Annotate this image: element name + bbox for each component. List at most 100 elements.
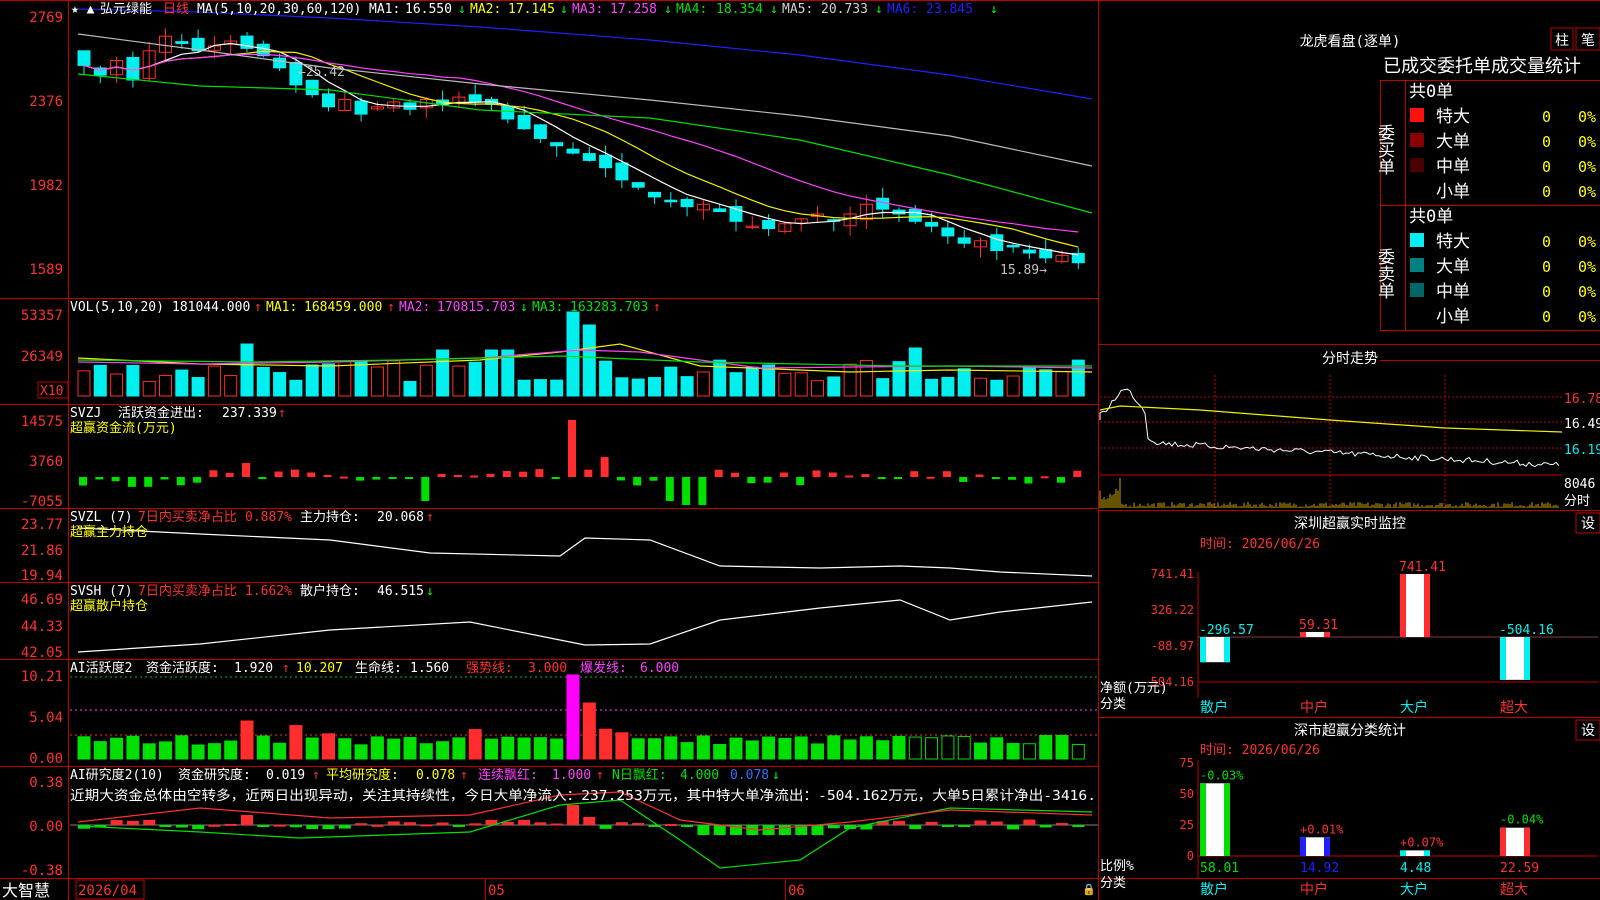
ai2-bar (697, 825, 710, 835)
stats-title: 深市超赢分类统计 (1294, 722, 1406, 739)
y-tick-label: 23.77 (21, 517, 63, 533)
price-y-ticks: 2769 2376 1982 1589 (29, 10, 63, 278)
svzj-label: 活跃资金进出: (118, 405, 204, 421)
volume-bar (925, 378, 939, 397)
volume-bar (811, 380, 824, 397)
app-screen: -296.57 散户 59.31 中户 741.41 大户 -504.16 超大 -0.03%… (0, 0, 1600, 900)
svzl-label: 主力持仓: (300, 510, 360, 525)
stats-x-label: 分类 (1100, 876, 1126, 891)
ai1-bar (436, 741, 450, 760)
ai2-bar (371, 824, 384, 827)
ai1-bar (664, 736, 678, 760)
period-label[interactable]: 日线 (163, 2, 189, 17)
ai2-bar (420, 824, 433, 827)
svzj-bar (79, 477, 87, 486)
svzj-bar (160, 477, 169, 480)
volume-bar (452, 365, 466, 397)
svzj-bar (828, 472, 837, 477)
svsh-y-ticks: 46.69 44.33 42.05 (21, 592, 63, 661)
ai2-bar (567, 805, 579, 825)
ma2-value: 17.145 (508, 2, 555, 17)
ai1-bar (289, 725, 303, 760)
volume-bar (207, 365, 221, 397)
stats-bar-chart[interactable]: -0.03% 58.01 散户 +0.01% 14.92 中户 +0.07% 4.48 大户 -0… (1197, 760, 1598, 898)
volume-bar (533, 379, 547, 397)
stats-category-label: 超大 (1500, 882, 1528, 898)
svzj-bar (535, 469, 544, 477)
ai2-label: 资金研究度: (178, 767, 251, 783)
y-tick-label: 1982 (29, 178, 63, 194)
ai1-bar (485, 738, 498, 760)
order-type: 大单 (1436, 257, 1470, 277)
ai1-label: 资金活跃度: (146, 660, 219, 676)
buy-total: 共0单 (1409, 82, 1453, 102)
ai2-bar (257, 825, 270, 827)
tick-mode-label[interactable]: 笔 (1581, 33, 1595, 49)
order-pct: 0% (1578, 183, 1596, 201)
svzj-bar (225, 472, 234, 477)
ai2-bar (192, 825, 205, 830)
candle-body (175, 41, 189, 44)
stats-value-label: 58.01 (1200, 861, 1239, 876)
ai1-bar (729, 737, 743, 760)
svzl-header: SVZL (7) 7日内买卖净占比 0.887% 主力持仓: 20.068 ↑ … (70, 509, 434, 540)
ai1-bar (925, 737, 939, 760)
volume-bar (191, 377, 205, 397)
order-type: 中单 (1436, 282, 1470, 302)
legend-swatch (1410, 158, 1424, 172)
ai1-bar (338, 738, 352, 760)
sell-total: 共0单 (1409, 207, 1453, 227)
ai1-bar (468, 729, 482, 760)
stats-settings-label[interactable]: 设 (1581, 723, 1595, 739)
monitor-category-label: 散户 (1200, 699, 1228, 716)
candle-body (517, 114, 531, 130)
monitor-bar-edge (1200, 637, 1206, 663)
ai1-bar (1039, 735, 1053, 760)
monitor-bar-edge (1524, 637, 1530, 680)
svzj-bar (942, 471, 951, 477)
ai1-bar (533, 737, 547, 760)
svsh-name: SVSH (7) (70, 584, 133, 599)
monitor-value-label: 741.41 (1399, 560, 1446, 575)
ma3-arrow: ↓ (664, 2, 672, 17)
ai2-bar (974, 820, 987, 825)
svzj-bar (453, 474, 462, 477)
star-icon[interactable]: ★ ▲ (71, 2, 95, 17)
bar-mode-label[interactable]: 柱 (1555, 33, 1569, 49)
svzj-bar (1057, 477, 1065, 483)
svzl-chart[interactable] (77, 527, 1093, 577)
volume-bar (599, 360, 613, 397)
stats-bar-edge (1300, 837, 1306, 856)
volume-bar (778, 372, 792, 397)
svzj-bar (551, 477, 560, 480)
svzj-arrow: ↑ (278, 406, 286, 421)
volume-chart[interactable] (77, 311, 1093, 397)
volume-bar (240, 343, 254, 397)
svzj-chart[interactable] (79, 420, 1082, 505)
stats-category-label: 散户 (1200, 881, 1228, 898)
svzj-bar (372, 477, 381, 480)
svzj-name: SVZJ (70, 406, 101, 421)
ai1-burst: 6.000 (640, 661, 679, 676)
ai1-bar (256, 735, 270, 760)
intraday-chart[interactable] (1099, 375, 1563, 508)
monitor-settings-label[interactable]: 设 (1581, 516, 1595, 532)
svsh-chart[interactable] (77, 599, 1093, 653)
stats-bar-edge (1224, 783, 1230, 856)
ma6-value: 23.845 (926, 2, 973, 17)
chart-canvas[interactable]: -296.57 散户 59.31 中户 741.41 大户 -504.16 超大 -0.03%… (0, 0, 1600, 900)
volume-bar (827, 376, 841, 397)
svzj-bar (665, 477, 674, 501)
ai1-bar (1006, 742, 1020, 760)
ma4-label: MA4: (676, 2, 707, 17)
lock-icon[interactable]: 🔒 (1082, 883, 1096, 896)
candle-body (941, 227, 955, 237)
price-chart[interactable] (77, 8, 1093, 269)
stats-y-ticks: 75 50 25 0 (1180, 756, 1194, 863)
volume-bar (1039, 369, 1053, 397)
monitor-x-label: 分类 (1100, 697, 1126, 712)
ai2-bar (811, 825, 824, 835)
monitor-bar-chart[interactable]: -296.57 散户 59.31 中户 741.41 大户 -504.16 超大 (1197, 560, 1598, 716)
ai-activity-chart[interactable] (70, 674, 1098, 760)
y-tick-label: -88.97 (1151, 639, 1194, 653)
